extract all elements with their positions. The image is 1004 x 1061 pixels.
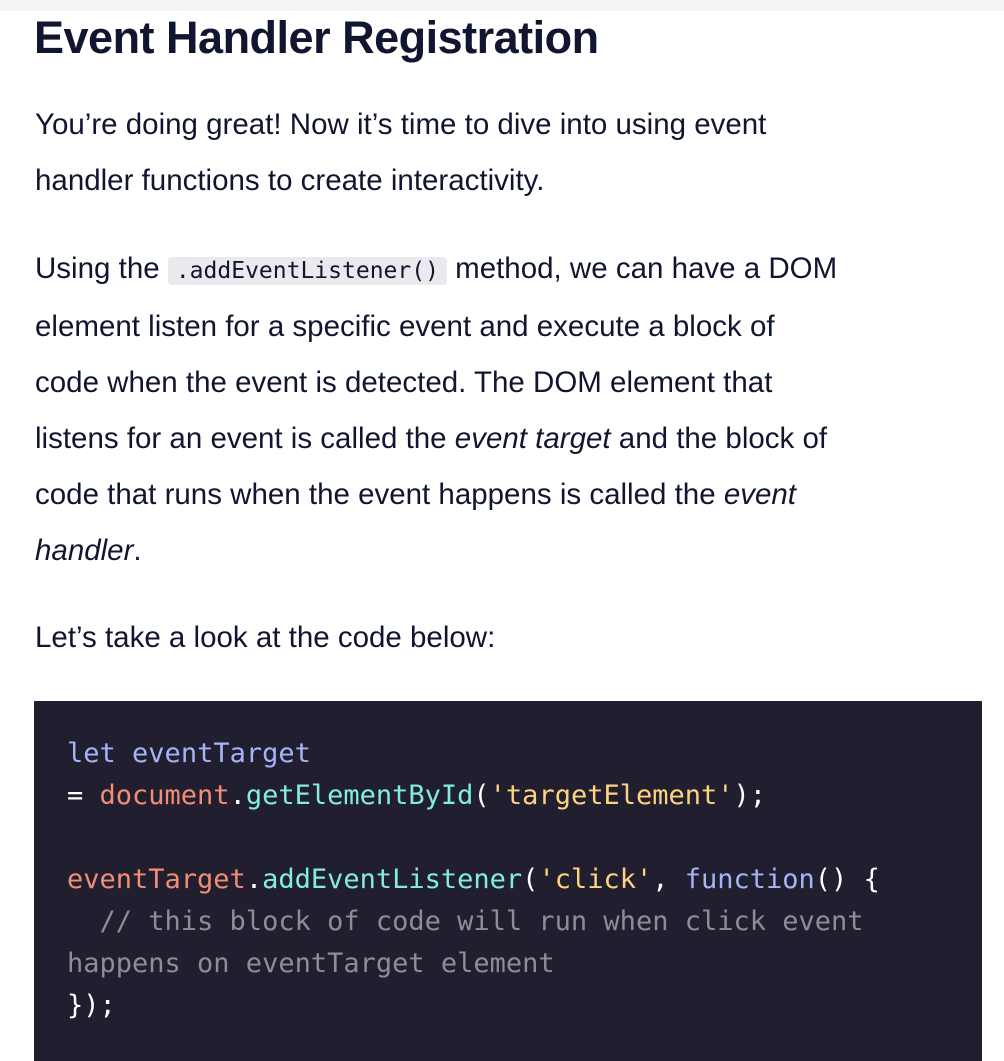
text-line: handler functions to create interactivit… <box>35 164 545 197</box>
text: . <box>133 534 142 567</box>
text-line: code when the event is detected. The DOM… <box>35 366 773 399</box>
inline-code: .addEventListener() <box>167 257 447 285</box>
code-function: addEventListener <box>262 864 523 895</box>
text: Using the <box>35 252 168 285</box>
text: and the block of <box>610 422 828 455</box>
code-punct: . <box>229 780 246 811</box>
code-string: 'click' <box>538 864 653 895</box>
explanation-paragraph: Using the .addEventListener() method, we… <box>35 241 837 579</box>
emphasis: handler <box>35 534 134 567</box>
code-punct: ( <box>473 780 490 811</box>
text: code that runs when the event happens is… <box>35 478 724 511</box>
page-title: Event Handler Registration <box>34 12 599 63</box>
code-punct: }); <box>67 990 116 1021</box>
emphasis: event target <box>454 422 611 455</box>
code-intro-text: Let’s take a look at the code below: <box>35 621 496 654</box>
text: listens for an event is called the <box>35 422 455 455</box>
code-block: let eventTarget = document.getElementByI… <box>34 701 982 1061</box>
code-function: getElementById <box>245 780 474 811</box>
code-keyword: let <box>67 738 116 769</box>
code-object: eventTarget <box>67 864 246 895</box>
text-line: element listen for a specific event and … <box>35 310 775 343</box>
code-string: 'targetElement' <box>489 780 734 811</box>
intro-paragraph: You’re doing great! Now it’s time to div… <box>35 97 766 209</box>
code-comment: happens on eventTarget element <box>67 948 555 979</box>
code-punct: ( <box>522 864 539 895</box>
code-punct: () { <box>814 864 880 895</box>
code-punct: , <box>652 864 685 895</box>
code-keyword: function <box>684 864 815 895</box>
code-variable: eventTarget <box>132 738 311 769</box>
code-comment: // this block of code will run when clic… <box>67 906 864 937</box>
code-punct: . <box>245 864 263 895</box>
code-punct: ); <box>733 780 767 811</box>
text: method, we can have a DOM <box>446 252 838 285</box>
code-object: document <box>99 780 230 811</box>
code-operator: = <box>67 780 100 811</box>
emphasis: event <box>723 478 796 511</box>
text-line: You’re doing great! Now it’s time to div… <box>35 108 767 141</box>
